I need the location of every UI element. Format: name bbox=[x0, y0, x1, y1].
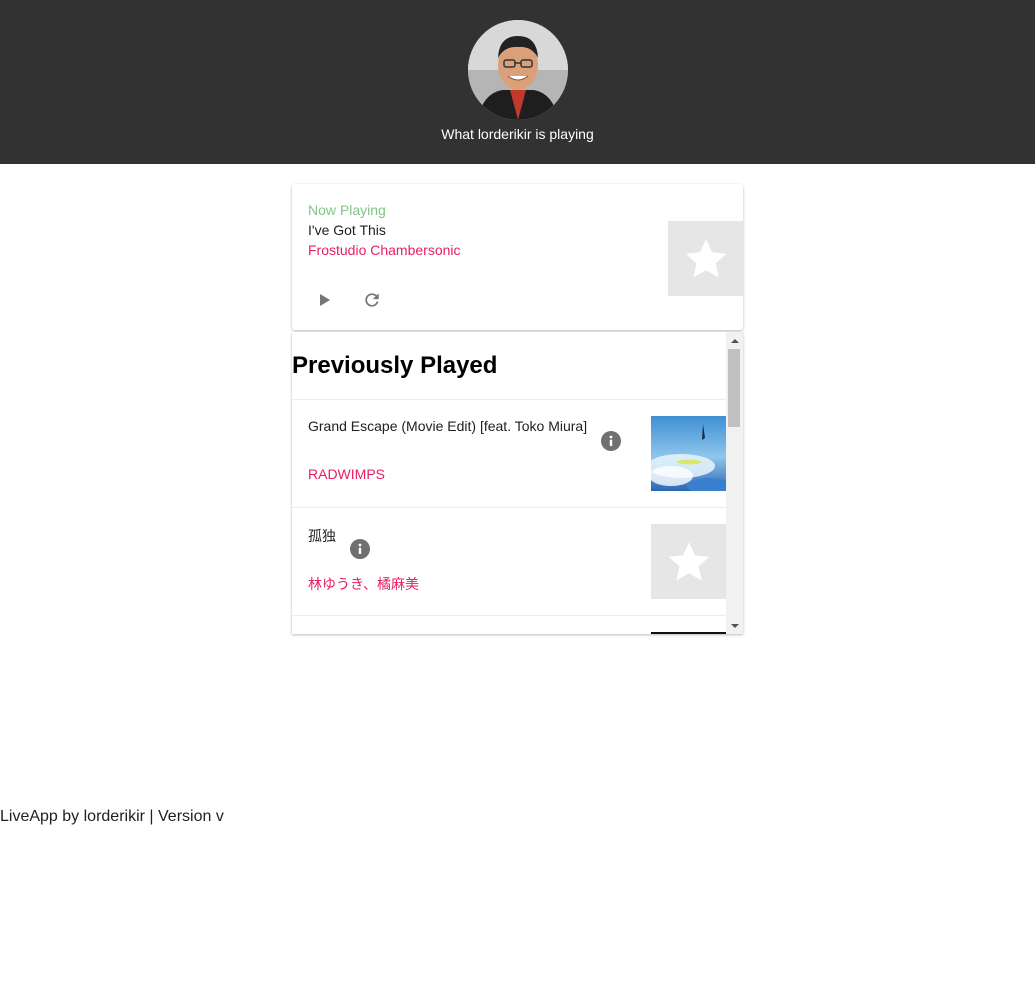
list-item bbox=[292, 615, 726, 634]
track-artist[interactable]: 林ゆうき、橘麻美 bbox=[308, 574, 419, 594]
scroll-thumb[interactable] bbox=[728, 349, 740, 427]
info-button[interactable] bbox=[601, 431, 621, 451]
track-title: Grand Escape (Movie Edit) [feat. Toko Mi… bbox=[308, 418, 588, 434]
scroll-up-button[interactable] bbox=[726, 332, 743, 349]
track-title: 孤独 bbox=[308, 528, 336, 544]
list-item: Grand Escape (Movie Edit) [feat. Toko Mi… bbox=[292, 399, 726, 507]
scroll-down-icon bbox=[730, 623, 739, 628]
list-item: 孤独 林ゆうき、橘麻美 bbox=[292, 507, 726, 615]
refresh-button[interactable] bbox=[356, 284, 388, 316]
track-album-art bbox=[651, 632, 726, 634]
now-playing-album-art bbox=[668, 221, 743, 296]
info-button[interactable] bbox=[350, 539, 370, 559]
play-button[interactable] bbox=[309, 284, 341, 316]
previously-played-heading: Previously Played bbox=[292, 352, 498, 379]
info-icon bbox=[358, 543, 362, 554]
track-artist[interactable]: RADWIMPS bbox=[308, 466, 385, 482]
now-playing-card: Now Playing I've Got This Frostudio Cham… bbox=[292, 184, 743, 330]
play-icon bbox=[320, 294, 330, 306]
footer-text: LiveApp by lorderikir | Version v bbox=[0, 808, 224, 825]
track-album-art bbox=[651, 416, 726, 491]
refresh-icon bbox=[365, 293, 379, 307]
now-playing-label: Now Playing bbox=[308, 202, 386, 218]
avatar bbox=[468, 20, 568, 120]
page-title: What lorderikir is playing bbox=[441, 126, 594, 142]
info-icon bbox=[609, 435, 613, 446]
previously-played-panel[interactable]: Previously Played Grand Escape (Movie Ed… bbox=[292, 332, 743, 634]
star-icon bbox=[668, 541, 709, 581]
scroll-up-icon bbox=[730, 338, 739, 343]
star-icon bbox=[685, 238, 726, 278]
scrollbar[interactable] bbox=[726, 332, 743, 634]
now-playing-title: I've Got This bbox=[308, 222, 386, 238]
scroll-down-button[interactable] bbox=[726, 617, 743, 634]
track-album-art bbox=[651, 524, 726, 599]
now-playing-artist[interactable]: Frostudio Chambersonic bbox=[308, 242, 461, 258]
app-header: What lorderikir is playing bbox=[0, 0, 1035, 164]
